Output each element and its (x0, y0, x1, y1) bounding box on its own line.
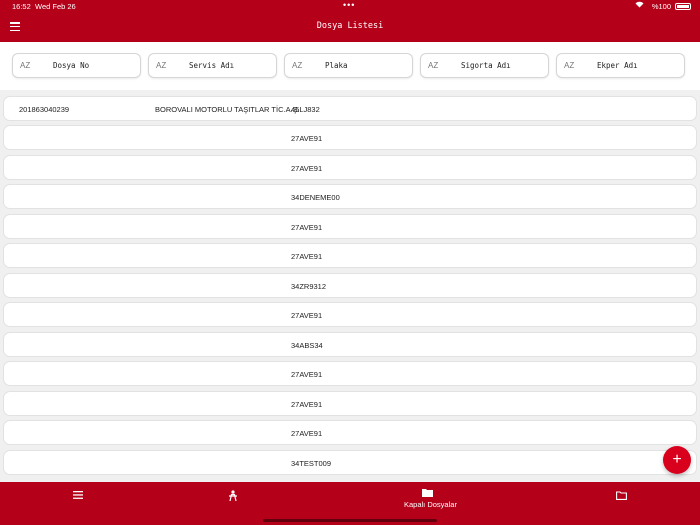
filter-plaka[interactable]: AZ Plaka (284, 53, 413, 78)
nav-worker[interactable] (215, 482, 251, 525)
list-icon (73, 491, 83, 502)
multitask-dots[interactable]: ••• (343, 0, 355, 10)
list-item[interactable]: 27AVE91 (3, 361, 697, 386)
plaka: 27AVE91 (291, 370, 323, 379)
wifi-icon (635, 1, 644, 10)
list-item[interactable]: 27AVE91 (3, 243, 697, 268)
filter-label: Sigorta Adı (461, 61, 511, 70)
plaka: 27AVE91 (291, 223, 323, 232)
filter-eksper-adi[interactable]: AZ Ekper Adı (556, 53, 685, 78)
plaka: 27AVE91 (291, 134, 323, 143)
plaka: 34DENEME00 (291, 193, 340, 202)
sort-az-icon: AZ (292, 61, 303, 70)
battery-icon (675, 3, 691, 10)
battery-percent: %100 (651, 2, 671, 11)
list-item[interactable]: 201863040239 BOROVALI MOTORLU TAŞITLAR T… (3, 96, 697, 121)
filter-label: Plaka (325, 61, 348, 70)
dosya-no: 201863040239 (19, 105, 70, 114)
nav-folder[interactable] (603, 482, 639, 525)
plaka: 27AVE91 (291, 311, 323, 320)
plaka: 27AVE91 (291, 400, 323, 409)
worker-icon (227, 490, 239, 504)
filter-label: Dosya No (53, 61, 90, 70)
sort-az-icon: AZ (20, 61, 31, 70)
folder-filled-icon (422, 488, 433, 500)
plaka: 27AVE91 (291, 429, 323, 438)
list-item[interactable]: 34ZR9312 (3, 273, 697, 298)
servis-adi: BOROVALI MOTORLU TAŞITLAR TİC.A.Ş. (155, 105, 300, 114)
list-item[interactable]: 27AVE91 (3, 420, 697, 445)
filter-label: Ekper Adı (597, 61, 638, 70)
nav-list[interactable] (60, 482, 96, 525)
top-app-bar: 16:52 Wed Feb 26 ••• %100 Dosya Listesi (0, 0, 700, 42)
plaka: 27AVE91 (291, 252, 323, 261)
filter-dosya-no[interactable]: AZ Dosya No (12, 53, 141, 78)
nav-label: Kapalı Dosyalar (404, 500, 457, 509)
filter-sigorta-adi[interactable]: AZ Sigorta Adı (420, 53, 549, 78)
sort-az-icon: AZ (156, 61, 167, 70)
list-item[interactable]: 34ABS34 (3, 332, 697, 357)
plaka: 34ZR9312 (291, 282, 327, 291)
list-item[interactable]: 34DENEME00 (3, 184, 697, 209)
plaka: 34ABS34 (291, 341, 323, 350)
list-item[interactable]: 27AVE91 (3, 391, 697, 416)
list-item[interactable]: 27AVE91 (3, 125, 697, 150)
sort-az-icon: AZ (428, 61, 439, 70)
plaka: 34TEST009 (291, 459, 332, 468)
status-time: 16:52 (12, 2, 31, 11)
plaka: 45LJ832 (291, 105, 320, 114)
list-item[interactable]: 27AVE91 (3, 214, 697, 239)
filter-servis-adi[interactable]: AZ Servis Adı (148, 53, 277, 78)
list-item[interactable]: 27AVE91 (3, 302, 697, 327)
status-date: Wed Feb 26 (35, 2, 76, 11)
sort-az-icon: AZ (564, 61, 575, 70)
filter-label: Servis Adı (189, 61, 235, 70)
home-indicator[interactable] (263, 519, 437, 522)
list-item[interactable]: 34TEST009 (3, 450, 697, 475)
page-title: Dosya Listesi (316, 21, 384, 31)
folder-outline-icon (616, 491, 627, 503)
add-button[interactable]: + (663, 446, 691, 474)
filter-bar: AZ Dosya No AZ Servis Adı AZ Plaka AZ Si… (0, 42, 700, 90)
list-item[interactable]: 27AVE91 (3, 155, 697, 180)
plaka: 27AVE91 (291, 164, 323, 173)
